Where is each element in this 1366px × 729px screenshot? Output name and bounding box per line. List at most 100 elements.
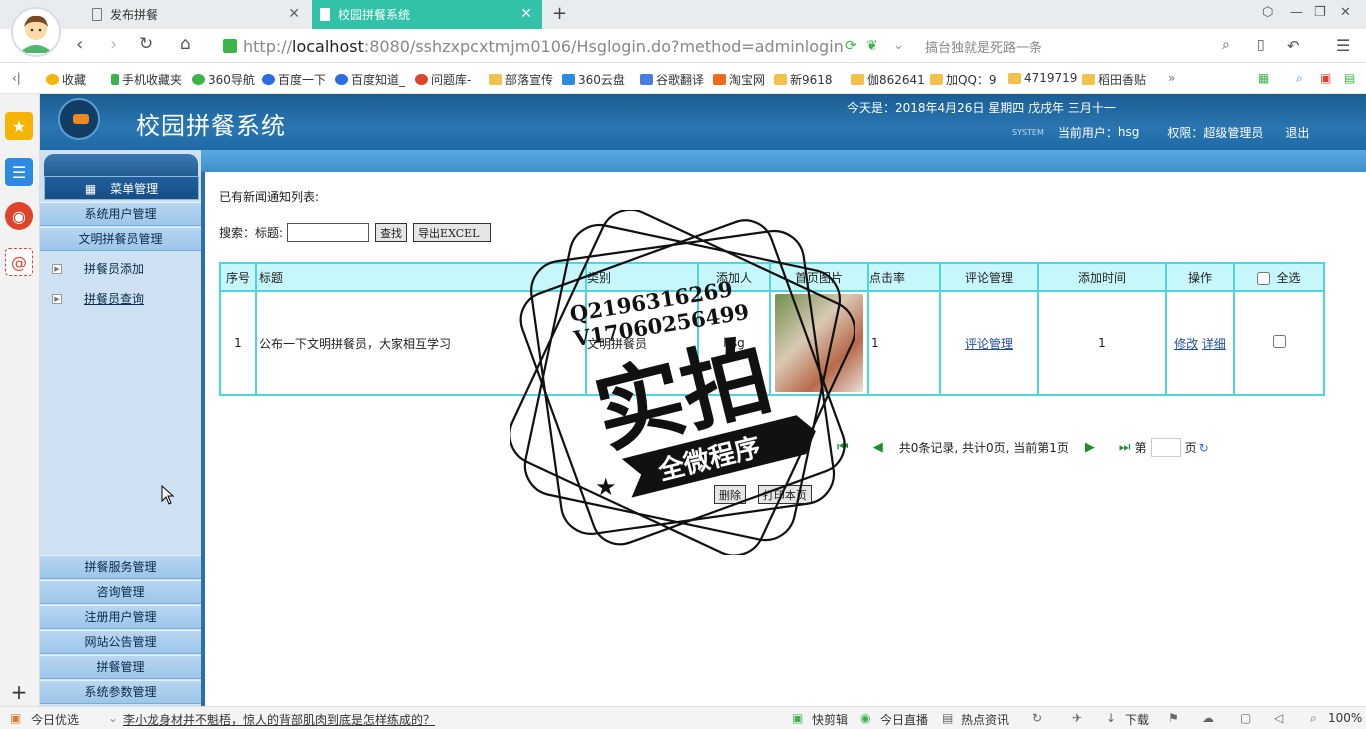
url-field[interactable]: http://localhost:8080/sshzxpcxtmjm0106/H… [223,36,893,56]
sidebar-item-system-users[interactable]: 系统用户管理 [40,202,201,226]
menu-icon[interactable]: ☰ [1336,36,1350,55]
user-avatar[interactable] [11,7,61,57]
next-page-icon[interactable]: ▶ [1085,440,1095,455]
search-input[interactable]: 搞台独就是死路一条 [925,37,1042,56]
skin-icon[interactable]: ⬡ [1262,5,1273,20]
add-icon[interactable]: + [5,678,33,706]
zoom-icon[interactable]: ⌕ [1310,711,1317,726]
tab-campus-system[interactable]: 校园拼餐系统 ✕ [312,0,542,29]
list-icon[interactable]: ☰ [5,158,33,186]
news-headline-link[interactable]: 李小龙身材并不魁梧，惊人的背部肌肉到底是怎样练成的？ [123,711,435,728]
row-checkbox[interactable] [1272,335,1286,348]
star-icon: ★ [595,473,617,501]
bookmark-folder-3[interactable]: 4719719 [1008,71,1077,85]
role-value: 超级管理员 [1203,125,1264,140]
logo-icon [58,98,100,140]
leaf-icon[interactable]: ❦ [866,38,878,54]
bookmarks-bar: ‹| 收藏 手机收藏夹 360导航 百度一下 百度知道_ 问题库- 部落宣传 3… [0,63,1366,94]
chevron-down-icon[interactable]: ⌄ [108,711,118,725]
reader-icon[interactable]: ▤ [1344,71,1355,85]
bookmark-question-bank[interactable]: 问题库- [415,71,471,88]
quick-edit-link[interactable]: 快剪辑 [812,711,848,728]
refresh-icon[interactable]: ↻ [1032,711,1042,725]
sidebar-item-registered-users[interactable]: 注册用户管理 [40,605,201,629]
bookmark-taobao[interactable]: 淘宝网 [713,71,765,88]
tv-icon[interactable]: ▣ [1320,71,1331,85]
zoom-level[interactable]: 100% [1328,711,1362,725]
speed-icon[interactable]: ⟳ [845,38,857,54]
status-bar: ▣ 今日优选 ⌄ 李小龙身材并不魁梧，惊人的背部肌肉到底是怎样练成的？ ▣ 快剪… [0,706,1366,729]
bookmark-9618[interactable]: 新9618 [774,71,833,88]
window-close-icon[interactable]: ✕ [1340,5,1351,20]
bookmark-mobile[interactable]: 手机收藏夹 [111,71,182,88]
undo-icon[interactable]: ↶ [1287,37,1300,55]
email-icon[interactable]: @ [5,248,33,276]
minimize-icon[interactable]: — [1290,5,1303,20]
export-excel-button[interactable]: 导出EXCEL [413,223,492,242]
download-link[interactable]: 下载 [1125,711,1149,728]
quick-edit-icon: ▣ [792,711,804,725]
live-link[interactable]: 今日直播 [880,711,928,728]
sidebar-item-consult[interactable]: 咨询管理 [40,580,201,604]
comment-manage-link[interactable]: 评论管理 [965,337,1013,351]
admin-sidebar: ▦ 菜单管理 系统用户管理 文明拼餐员管理 ▶ 拼餐员添加 ▶ 拼餐员查询 拼餐服务管… [40,150,201,706]
back-icon[interactable]: ‹ [76,34,83,55]
forward-icon[interactable]: › [110,34,117,55]
zoom-tool-icon[interactable]: ⌕ [1296,71,1303,86]
reload-icon[interactable]: ↻ [139,34,153,54]
more-bookmarks-icon[interactable]: » [1168,71,1175,85]
page-number-input[interactable] [1150,438,1181,457]
phone-icon[interactable]: ▯ [1257,37,1265,53]
sidebar-item-civil-diners[interactable]: 文明拼餐员管理 [40,227,201,251]
apps-icon[interactable]: ▦ [1258,71,1269,85]
find-button[interactable]: 查找 [375,223,408,242]
tab-publish[interactable]: 发布拼餐 ✕ [84,0,310,29]
weibo-icon[interactable]: ◉ [5,202,33,230]
bookmark-360nav[interactable]: 360导航 [192,71,255,88]
bookmark-folder-1[interactable]: 伽862641 [851,71,925,88]
sound-icon[interactable]: ◁ [1274,711,1283,725]
restore-icon[interactable]: ❐ [1314,5,1326,20]
bookmark-baidu[interactable]: 百度一下 [262,71,326,88]
title-search-input[interactable] [287,223,370,242]
bookmark-folder-4[interactable]: 稻田香贴 [1082,71,1146,88]
sidebar-item-service[interactable]: 拼餐服务管理 [40,555,201,579]
edit-link[interactable]: 修改 [1174,337,1198,351]
download-icon: ↓ [1106,711,1117,725]
bookmark-baidu-zhidao[interactable]: 百度知道_ [335,71,405,88]
flag-icon[interactable]: ⚑ [1168,711,1179,725]
logout-link[interactable]: 退出 [1285,124,1309,141]
sidebar-item-meal-sharing[interactable]: 拼餐管理 [40,655,201,679]
sidebar-item-announcements[interactable]: 网站公告管理 [40,630,201,654]
cell-added-time: 1 [1037,290,1167,396]
go-icon[interactable]: ↻ [1199,441,1209,455]
close-tab-icon[interactable]: ✕ [520,6,532,22]
bookmark-google-translate[interactable]: 谷歌翻译 [640,71,704,88]
home-icon[interactable]: ⌂ [180,34,191,54]
sidebar-subitem-add-diner[interactable]: ▶ 拼餐员添加 [52,260,144,277]
pin-icon[interactable]: ✈ [1072,711,1082,725]
prev-page-icon[interactable]: ◀ [873,440,883,455]
sidebar-subitem-query-diner[interactable]: ▶ 拼餐员查询 [52,290,144,307]
bookmark-favorites[interactable]: 收藏 [46,71,86,88]
new-tab-icon[interactable]: + [552,3,567,24]
url-path: :8080/sshzxpcxtmjm0106/Hsglogin.do?metho… [363,36,844,56]
sidebar-toggle-icon[interactable]: ‹| [12,71,21,85]
detail-link[interactable]: 详细 [1202,337,1226,351]
star-icon: ★ [788,420,810,448]
cloud-icon[interactable]: ☁ [1202,711,1214,725]
bookmark-tribe[interactable]: 部落宣传 [489,71,553,88]
bookmark-360cloud[interactable]: 360云盘 [562,71,625,88]
last-page-icon[interactable]: ⏭ [1119,440,1131,455]
search-icon[interactable]: ⌕ [1222,37,1230,53]
sidebar-item-system-params[interactable]: 系统参数管理 [40,680,201,704]
favorites-star-icon[interactable]: ★ [5,112,33,140]
dropdown-chevron-icon[interactable]: ⌄ [893,38,904,53]
select-all-checkbox[interactable] [1257,271,1271,285]
daily-picks[interactable]: 今日优选 [31,711,79,728]
close-tab-icon[interactable]: ✕ [288,6,300,22]
hot-news-link[interactable]: 热点资讯 [961,711,1009,728]
role-label: 权限： [1167,125,1204,140]
window-icon[interactable]: ▢ [1240,711,1251,725]
bookmark-folder-2[interactable]: 加QQ：9 [930,71,997,88]
